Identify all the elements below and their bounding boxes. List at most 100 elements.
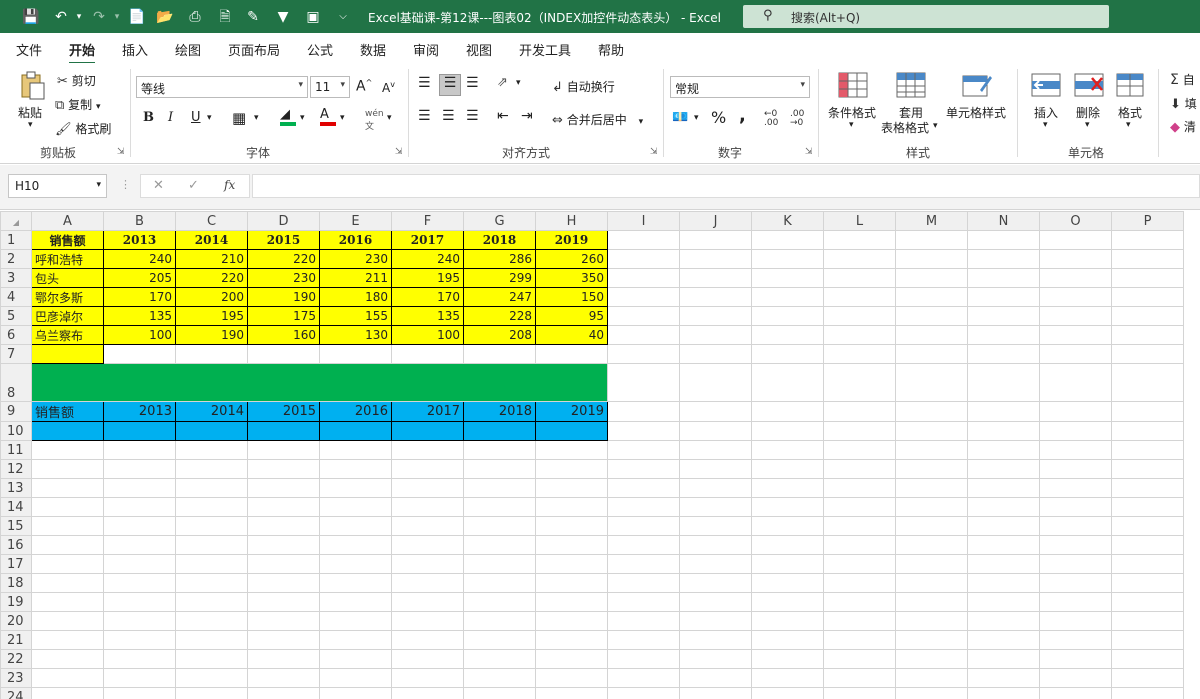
cell[interactable]: 2016: [319, 230, 392, 250]
cell[interactable]: [751, 592, 824, 612]
cell[interactable]: [463, 478, 536, 498]
cell[interactable]: [1111, 287, 1184, 307]
align-bottom-icon[interactable]: ☰: [466, 75, 479, 91]
cell[interactable]: 2016: [319, 401, 392, 422]
cell[interactable]: 155: [319, 306, 392, 326]
increase-decimal-icon[interactable]: ←0.00: [764, 110, 778, 128]
cell[interactable]: [967, 649, 1040, 669]
cell[interactable]: [1111, 573, 1184, 593]
cell[interactable]: 2018: [463, 401, 536, 422]
cell[interactable]: 包头: [31, 268, 104, 288]
tab-formulas[interactable]: 公式: [307, 40, 333, 59]
wrap-text-button[interactable]: ↲ 自动换行: [552, 78, 615, 95]
cell[interactable]: 211: [319, 268, 392, 288]
cell[interactable]: [1111, 306, 1184, 326]
cell[interactable]: [823, 668, 896, 688]
cell[interactable]: [319, 440, 392, 460]
cell[interactable]: [679, 478, 752, 498]
cell[interactable]: [1111, 421, 1184, 441]
column-header[interactable]: M: [895, 211, 968, 231]
cell[interactable]: 巴彦淖尔: [31, 306, 104, 326]
cell[interactable]: [895, 478, 968, 498]
cell[interactable]: [967, 687, 1040, 699]
cell[interactable]: [967, 630, 1040, 650]
cell[interactable]: 40: [535, 325, 608, 345]
cell[interactable]: [679, 344, 752, 364]
cell[interactable]: [247, 649, 320, 669]
cell[interactable]: [103, 478, 176, 498]
cell[interactable]: [31, 478, 104, 498]
row-header[interactable]: 18: [0, 573, 32, 593]
cell[interactable]: 乌兰察布: [31, 325, 104, 345]
cell[interactable]: [1039, 287, 1112, 307]
tab-insert[interactable]: 插入: [122, 40, 148, 59]
cell[interactable]: [895, 249, 968, 269]
tab-data[interactable]: 数据: [360, 40, 386, 59]
bold-button[interactable]: B: [143, 110, 154, 125]
cell[interactable]: 2014: [175, 230, 248, 250]
cell[interactable]: [967, 611, 1040, 631]
cell[interactable]: [1039, 230, 1112, 250]
cell[interactable]: [1039, 516, 1112, 536]
cell[interactable]: [391, 668, 464, 688]
row-header[interactable]: 13: [0, 478, 32, 498]
cell[interactable]: [679, 440, 752, 460]
select-all-corner[interactable]: ◢: [0, 211, 32, 231]
cell[interactable]: [751, 401, 824, 422]
cell[interactable]: [103, 611, 176, 631]
cell[interactable]: 228: [463, 306, 536, 326]
cell-styles-button[interactable]: 单元格样式: [946, 104, 1006, 121]
borders-icon[interactable]: ▦: [232, 109, 246, 127]
insert-function-icon[interactable]: fx: [224, 178, 235, 192]
cell[interactable]: [175, 421, 248, 441]
cell[interactable]: [31, 668, 104, 688]
worksheet-grid[interactable]: ◢ A B C D E F G H I J K L M N O P 1 销售额 …: [0, 211, 1200, 699]
fill-color-dropdown-icon[interactable]: ▾: [300, 113, 305, 123]
cell[interactable]: [391, 459, 464, 479]
alignment-launcher-icon[interactable]: ⇲: [650, 147, 658, 157]
cell[interactable]: [103, 554, 176, 574]
cell[interactable]: [535, 344, 608, 364]
clear-button[interactable]: ◆ 清: [1170, 118, 1196, 135]
cell[interactable]: 2014: [175, 401, 248, 422]
cell[interactable]: [967, 306, 1040, 326]
cell[interactable]: [1039, 306, 1112, 326]
cell[interactable]: [31, 611, 104, 631]
conditional-formatting-icon[interactable]: [838, 72, 868, 98]
conditional-dropdown-icon[interactable]: ▾: [849, 120, 854, 130]
cell[interactable]: [319, 554, 392, 574]
cell[interactable]: [247, 668, 320, 688]
row-header[interactable]: 8: [0, 363, 32, 402]
cell[interactable]: [391, 649, 464, 669]
cell[interactable]: [895, 459, 968, 479]
cell[interactable]: [1039, 363, 1112, 402]
cell[interactable]: [751, 287, 824, 307]
cell[interactable]: [607, 554, 680, 574]
cell[interactable]: [103, 592, 176, 612]
cell[interactable]: [319, 630, 392, 650]
cell[interactable]: [247, 611, 320, 631]
row-header[interactable]: 3: [0, 268, 32, 288]
cell[interactable]: [31, 592, 104, 612]
row-header[interactable]: 11: [0, 440, 32, 460]
cell[interactable]: 销售额: [31, 230, 104, 250]
cell[interactable]: [1039, 611, 1112, 631]
format-table-dropdown-icon[interactable]: ▾: [933, 121, 938, 131]
cell[interactable]: [607, 497, 680, 517]
cell[interactable]: 170: [103, 287, 176, 307]
cell[interactable]: [1111, 611, 1184, 631]
cell[interactable]: [535, 573, 608, 593]
cell[interactable]: 350: [535, 268, 608, 288]
cell[interactable]: [607, 516, 680, 536]
accounting-dropdown-icon[interactable]: ▾: [694, 113, 699, 123]
cell[interactable]: [967, 230, 1040, 250]
cell[interactable]: [823, 344, 896, 364]
format-dropdown-icon[interactable]: ▾: [1126, 120, 1131, 130]
cell[interactable]: [823, 306, 896, 326]
cell[interactable]: [1039, 478, 1112, 498]
cell[interactable]: [823, 573, 896, 593]
cell[interactable]: [967, 459, 1040, 479]
row-header[interactable]: 6: [0, 325, 32, 345]
cell[interactable]: [535, 611, 608, 631]
cell[interactable]: [1111, 649, 1184, 669]
